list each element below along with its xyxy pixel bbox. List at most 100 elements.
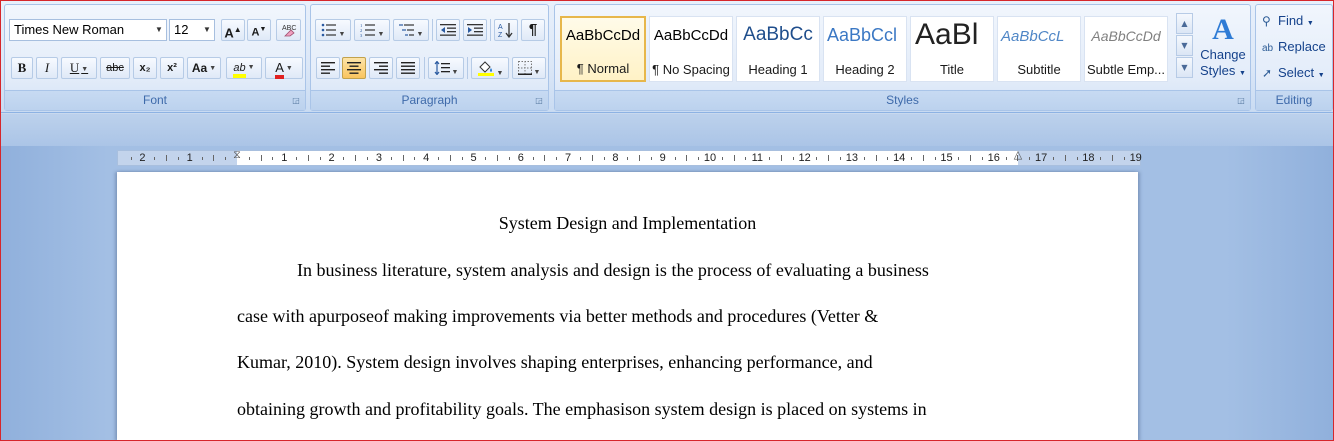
decrease-indent-button[interactable] [436, 19, 460, 41]
document-page[interactable]: System Design and Implementation In busi… [117, 172, 1138, 441]
ruler-tick [449, 155, 451, 161]
right-indent-marker-icon[interactable]: △ [1012, 149, 1024, 168]
ruler-tick [1123, 157, 1125, 160]
style-subtitle[interactable]: AaBbCcL Subtitle [997, 16, 1081, 82]
ruler-tick [698, 157, 700, 160]
style-name: Subtitle [1017, 62, 1061, 77]
grow-font-button[interactable]: A▲ [221, 19, 245, 41]
replace-button[interactable]: ab Replace [1262, 37, 1326, 57]
show-formatting-button[interactable]: ¶ [521, 19, 545, 41]
ruler-number: 1 [281, 152, 288, 164]
chevron-down-icon: ▼ [285, 64, 293, 72]
clear-formatting-button[interactable]: ABC [276, 19, 301, 41]
superscript-button[interactable]: x² [160, 57, 184, 79]
ruler-tick [745, 157, 747, 160]
ruler-tick [686, 155, 688, 161]
binoculars-icon: ⚲ [1262, 14, 1271, 28]
bullets-button[interactable]: ▼ [315, 19, 351, 41]
chevron-down-icon: ▼ [1306, 20, 1314, 27]
change-case-icon: Aa [191, 61, 208, 75]
bold-button[interactable]: B [11, 57, 33, 79]
ruler-tick [544, 155, 546, 161]
ruler-tick [343, 157, 345, 160]
change-case-button[interactable]: Aa ▼ [187, 57, 221, 79]
style-name: Heading 2 [835, 62, 895, 77]
ruler-tick [461, 157, 463, 160]
multilevel-list-button[interactable]: ▼ [393, 19, 429, 41]
ruler-tick [934, 157, 936, 160]
increase-indent-button[interactable] [463, 19, 487, 41]
ruler-tick [627, 157, 629, 160]
styles-dialog-launcher-icon[interactable]: ◲ [1236, 96, 1246, 106]
style-name: Subtle Emp... [1086, 62, 1166, 77]
svg-text:A: A [498, 24, 503, 31]
shading-button[interactable]: ▼ [471, 57, 509, 79]
sort-button[interactable]: A Z [494, 19, 518, 41]
justify-button[interactable] [396, 57, 420, 79]
align-left-button[interactable] [316, 57, 340, 79]
ruler-tick [296, 157, 298, 160]
gallery-more-icon[interactable]: ▼ [1176, 57, 1193, 78]
decrease-indent-icon [440, 24, 456, 36]
font-group: Times New Roman ▼ 12 ▼ A▲ A▼ ABC B I U▼ [4, 4, 306, 111]
ruler-tick [532, 157, 534, 160]
chevron-down-icon: ▼ [338, 30, 346, 39]
find-button[interactable]: ⚲ Find ▼ [1262, 11, 1314, 31]
font-family-combo[interactable]: Times New Roman ▼ [9, 19, 167, 41]
ruler-tick [780, 155, 782, 161]
subscript-button[interactable]: x₂ [133, 57, 157, 79]
paint-bucket-icon [477, 61, 494, 76]
ruler-tick [603, 157, 605, 160]
numbering-icon: 1 2 3 [360, 23, 375, 38]
ruler-tick [674, 157, 676, 160]
line-spacing-icon [434, 60, 450, 76]
change-styles-button[interactable]: A Change Styles ▼ [1198, 13, 1248, 89]
svg-text:3: 3 [360, 33, 363, 37]
highlighter-icon: ab [233, 62, 246, 78]
sort-icon: A Z [498, 23, 513, 39]
ruler-number: 18 [1082, 152, 1095, 164]
multilevel-list-icon [398, 24, 414, 36]
chevron-down-icon: ▼ [209, 64, 217, 72]
font-dialog-launcher-icon[interactable]: ◲ [291, 96, 301, 106]
gallery-scroll-down-icon[interactable]: ▼ [1176, 35, 1193, 56]
style-no-spacing[interactable]: AaBbCcDd ¶ No Spacing [649, 16, 733, 82]
select-button[interactable]: ➚ Select ▼ [1262, 63, 1325, 83]
italic-button[interactable]: I [36, 57, 58, 79]
underline-button[interactable]: U ▼ [61, 57, 97, 79]
ruler-tick [733, 155, 735, 161]
chevron-down-icon: ▼ [203, 25, 211, 34]
font-size-combo[interactable]: 12 ▼ [169, 19, 215, 41]
horizontal-ruler[interactable]: 2 1 1 2 3 4 5 6 7 8 9 10 11 12 13 14 15 16 17 18 19 ⧖ △ [117, 149, 1142, 168]
style-title[interactable]: AaBl Title [910, 16, 994, 82]
chevron-down-icon: ▼ [377, 30, 385, 39]
borders-button[interactable]: ▼ [512, 57, 546, 79]
style-name: Title [939, 62, 965, 77]
style-heading-1[interactable]: AaBbCc Heading 1 [736, 16, 820, 82]
font-color-button[interactable]: A ▼ [265, 57, 303, 79]
style-normal[interactable]: AaBbCcDd ¶ Normal [560, 16, 646, 82]
shrink-font-button[interactable]: A▼ [247, 19, 271, 41]
align-right-button[interactable] [369, 57, 393, 79]
borders-icon [517, 61, 532, 75]
gallery-scroll-up-icon[interactable]: ▲ [1176, 13, 1193, 34]
text-highlight-button[interactable]: ab ▼ [226, 57, 262, 79]
chevron-down-icon: ▼ [1239, 70, 1246, 77]
svg-text:ABC: ABC [282, 25, 296, 32]
ruler-number: 6 [517, 152, 524, 164]
style-subtle-emphasis[interactable]: AaBbCcDd Subtle Emp... [1084, 16, 1168, 82]
line-spacing-button[interactable]: ▼ [428, 57, 464, 79]
ruler-tick [1100, 157, 1102, 160]
separator [490, 19, 491, 41]
strikethrough-button[interactable]: abc [100, 57, 130, 79]
ruler-tick [390, 157, 392, 160]
ruler-number: 4 [423, 152, 430, 164]
paragraph-dialog-launcher-icon[interactable]: ◲ [534, 96, 544, 106]
numbering-button[interactable]: 1 2 3 ▼ [354, 19, 390, 41]
style-heading-2[interactable]: AaBbCcl Heading 2 [823, 16, 907, 82]
align-center-button[interactable] [342, 57, 366, 79]
first-line-indent-marker-icon[interactable]: ⧖ [231, 149, 243, 168]
ruler-tick [248, 157, 250, 160]
style-sample: AaBbCcDd [653, 27, 729, 44]
ruler-tick [1112, 155, 1114, 161]
